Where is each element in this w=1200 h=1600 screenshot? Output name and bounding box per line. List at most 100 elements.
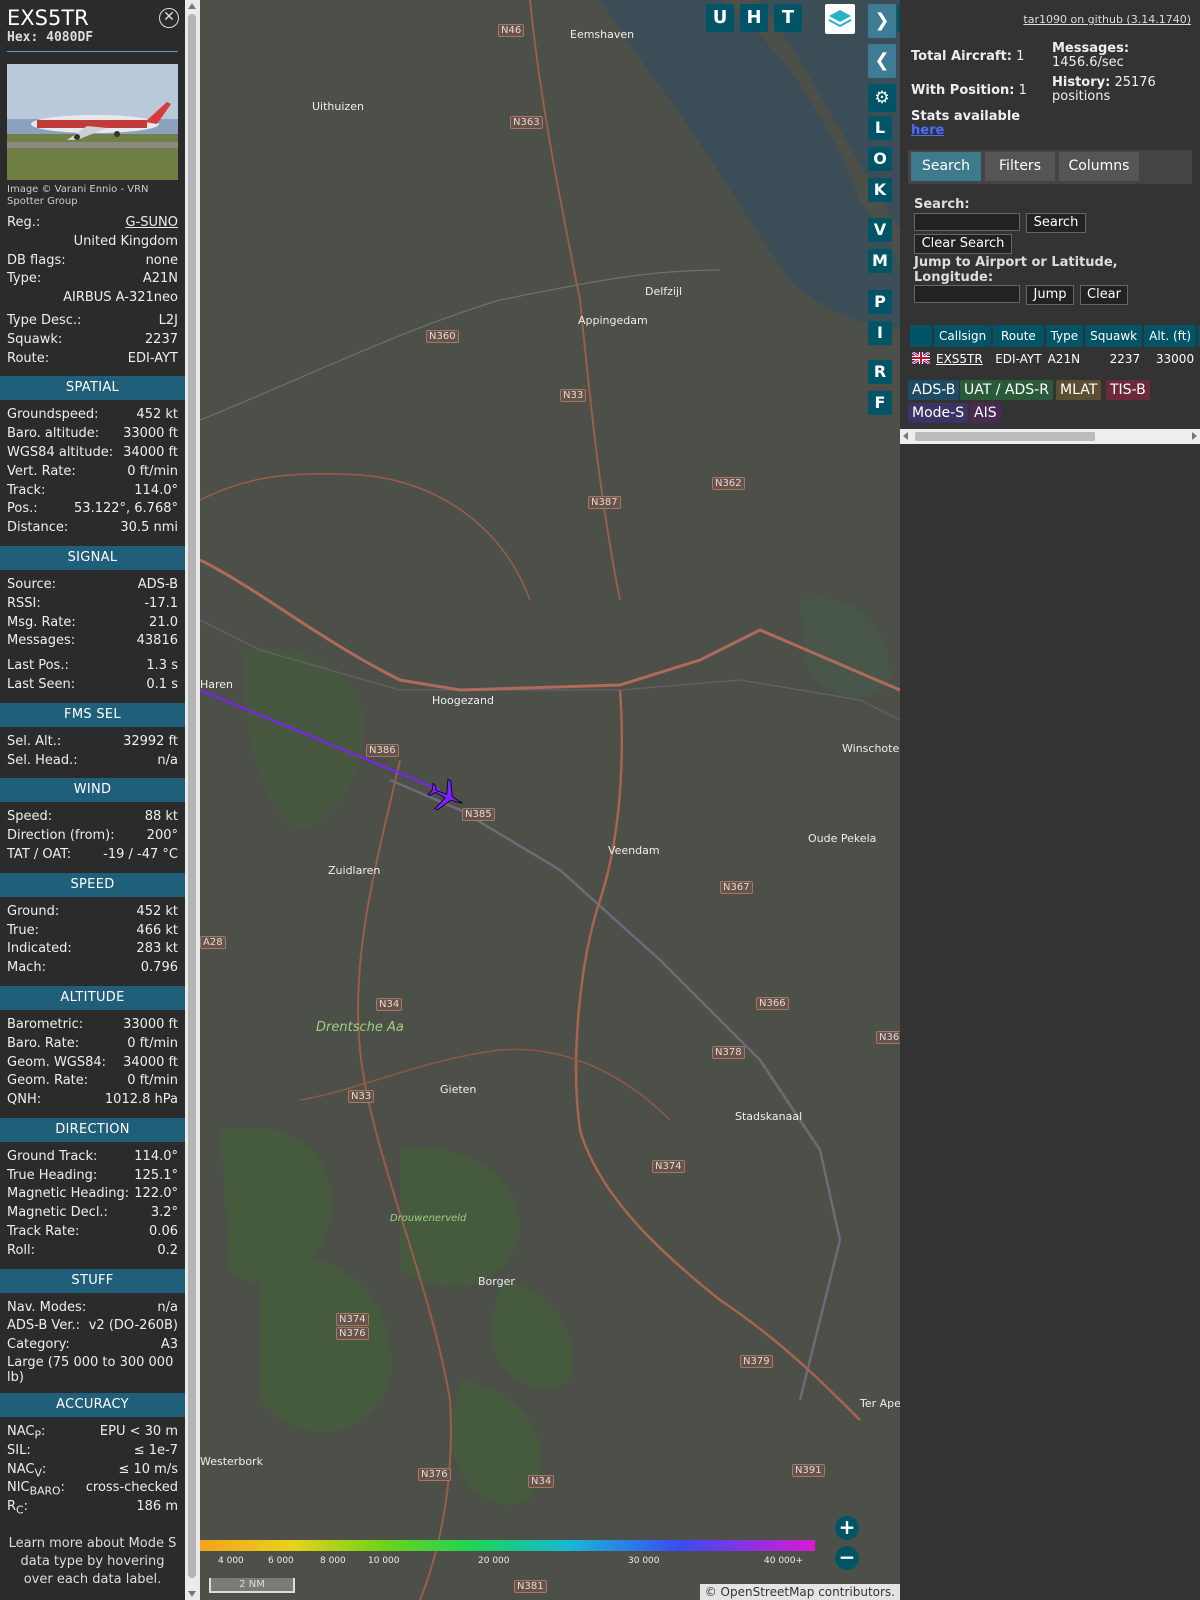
nacv-label[interactable]: NACV: (7, 1461, 46, 1480)
info-row-label[interactable]: Last Seen: (7, 676, 75, 695)
table-horizontal-scrollbar[interactable] (900, 429, 1200, 444)
aircraft-marker-icon[interactable] (426, 776, 466, 816)
info-row-label[interactable]: True Heading: (7, 1167, 97, 1186)
info-row-label[interactable]: Magnetic Decl.: (7, 1204, 108, 1223)
scroll-up-arrow-icon[interactable] (188, 3, 196, 9)
info-row-label[interactable]: True: (7, 922, 39, 941)
table-row[interactable]: EXS5TR EDI-AYT A21N 2237 33000 (910, 349, 1200, 369)
map-button-v[interactable]: V (868, 218, 892, 242)
tab-search[interactable]: Search (911, 152, 981, 181)
registration-link[interactable]: G-SUNO (126, 214, 179, 233)
map-button-f[interactable]: F (868, 391, 892, 415)
info-row-label[interactable]: Track: (7, 482, 45, 501)
search-button[interactable]: Search (1026, 213, 1086, 233)
info-row-label[interactable]: Ground: (7, 903, 59, 922)
row-callsign[interactable]: EXS5TR (934, 349, 991, 369)
map-button-m[interactable]: M (868, 249, 892, 273)
sil-label[interactable]: SIL: (7, 1442, 31, 1461)
zoom-in-button[interactable]: + (835, 1516, 859, 1540)
column-header[interactable]: Route (993, 325, 1044, 347)
scroll-down-arrow-icon[interactable] (188, 1591, 196, 1597)
map-button-k[interactable]: K (868, 178, 892, 202)
tab-filters[interactable]: Filters (985, 152, 1055, 181)
info-row-label[interactable]: Baro. Rate: (7, 1035, 79, 1054)
stats-here-link[interactable]: here (911, 123, 944, 138)
reg-row: Reg.: G-SUNO (0, 214, 185, 233)
info-row-label[interactable]: Geom. WGS84: (7, 1054, 106, 1073)
search-input[interactable] (914, 213, 1020, 231)
scroll-right-arrow-icon[interactable] (1192, 432, 1197, 440)
info-row-label[interactable]: Msg. Rate: (7, 614, 76, 633)
info-row-label[interactable]: RSSI: (7, 595, 41, 614)
panel-right-arrow-icon[interactable]: ❯ (868, 4, 896, 38)
info-row-label[interactable]: TAT / OAT: (7, 846, 71, 865)
info-row-label[interactable]: Sel. Alt.: (7, 733, 61, 752)
info-row-label[interactable]: Baro. altitude: (7, 425, 99, 444)
map-button-p[interactable]: P (868, 290, 892, 314)
hscroll-thumb[interactable] (915, 432, 1095, 441)
section-signal: SIGNAL (0, 545, 185, 570)
scroll-left-arrow-icon[interactable] (903, 432, 908, 440)
info-row-label[interactable]: Barometric: (7, 1016, 83, 1035)
column-header[interactable]: Type (1045, 325, 1084, 347)
info-row-label[interactable]: Sel. Head.: (7, 752, 78, 771)
map-button-o[interactable]: O (868, 147, 892, 171)
layers-button[interactable] (825, 4, 855, 34)
info-row: Ground: 452 kt (0, 903, 185, 922)
column-header[interactable] (910, 325, 932, 347)
map-button-i[interactable]: I (868, 321, 892, 345)
info-row-label[interactable]: Speed: (7, 808, 52, 827)
info-row-label[interactable]: Direction (from): (7, 827, 115, 846)
tab-columns[interactable]: Columns (1059, 152, 1139, 181)
info-row-label[interactable]: Indicated: (7, 940, 72, 959)
nicbaro-label[interactable]: NICBARO: (7, 1479, 65, 1498)
map-button-r[interactable]: R (868, 360, 892, 384)
info-row-label[interactable]: Ground Track: (7, 1148, 97, 1167)
info-row-label[interactable]: Last Pos.: (7, 657, 69, 676)
info-row-label[interactable]: Mach: (7, 959, 46, 978)
info-panel-scrollbar[interactable] (185, 0, 200, 1600)
nacp-label[interactable]: NACP: (7, 1423, 45, 1442)
jump-button[interactable]: Jump (1026, 285, 1074, 305)
info-row-label[interactable]: Track Rate: (7, 1223, 79, 1242)
info-row-label[interactable]: QNH: (7, 1091, 41, 1110)
map-button-h[interactable]: H (740, 4, 768, 32)
rc-label[interactable]: RC: (7, 1498, 28, 1517)
info-row-label[interactable]: Geom. Rate: (7, 1072, 88, 1091)
map-view[interactable]: Eemshaven Uithuizen Delfzijl Appingedam Hoog… (200, 0, 900, 1600)
zoom-out-button[interactable]: − (835, 1546, 859, 1570)
info-row-label[interactable]: ADS-B Ver.: (7, 1317, 80, 1336)
info-row-label[interactable]: Distance: (7, 519, 68, 538)
info-row-label[interactable]: Roll: (7, 1242, 35, 1261)
info-row-label[interactable]: Category: (7, 1336, 70, 1355)
column-header[interactable]: Alt. (ft) (1144, 325, 1197, 347)
map-button-t[interactable]: T (774, 4, 802, 32)
scrollbar-thumb[interactable] (188, 14, 196, 1578)
map-button-l[interactable]: L (868, 116, 892, 140)
place-label: Borger (478, 1275, 515, 1288)
info-row-label[interactable]: Vert. Rate: (7, 463, 76, 482)
info-row-label[interactable]: Messages: (7, 632, 75, 651)
aircraft-photo[interactable] (7, 64, 178, 180)
close-icon[interactable]: ✕ (159, 8, 179, 28)
source-chip: UAT / ADS-R (960, 380, 1053, 400)
info-row: Magnetic Heading: 122.0° (0, 1185, 185, 1204)
info-row-label[interactable]: Groundspeed: (7, 406, 98, 425)
info-row-label[interactable]: Nav. Modes: (7, 1299, 86, 1318)
clear-button[interactable]: Clear (1080, 285, 1128, 305)
jump-input[interactable] (914, 285, 1020, 303)
panel-left-arrow-icon[interactable]: ❮ (868, 44, 896, 78)
info-row-label[interactable]: Magnetic Heading: (7, 1185, 129, 1204)
clear-search-button[interactable]: Clear Search (914, 234, 1012, 254)
info-row-label[interactable]: Source: (7, 576, 56, 595)
github-link[interactable]: tar1090 on github (3.14.1740) (1023, 13, 1191, 26)
info-row-value: 34000 ft (123, 444, 178, 460)
settings-gear-icon[interactable]: ⚙ (868, 84, 896, 112)
place-label: Delfzijl (645, 285, 683, 298)
info-row-label[interactable]: WGS84 altitude: (7, 444, 113, 463)
column-header[interactable]: Squawk (1085, 325, 1143, 347)
info-row-label[interactable]: Pos.: (7, 500, 38, 519)
column-header[interactable]: Callsign (934, 325, 992, 347)
map-button-u[interactable]: U (706, 4, 734, 32)
map-attribution[interactable]: © OpenStreetMap contributors. (699, 1584, 900, 1600)
